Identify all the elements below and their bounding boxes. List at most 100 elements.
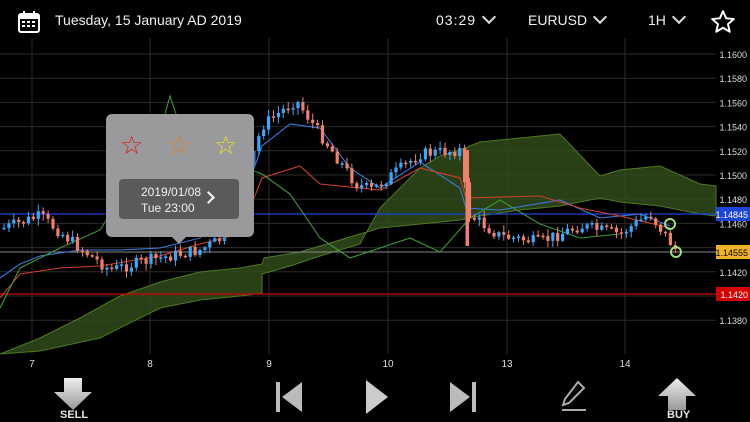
candle-body[interactable] xyxy=(624,231,628,234)
candle-body[interactable] xyxy=(369,182,374,187)
candle-body[interactable] xyxy=(188,246,192,257)
candle-body[interactable] xyxy=(51,218,55,229)
candle-body[interactable] xyxy=(600,225,604,230)
candle-body[interactable] xyxy=(595,223,599,230)
candle-body[interactable] xyxy=(281,108,285,113)
candle-body[interactable] xyxy=(644,216,648,220)
candle-body[interactable] xyxy=(12,219,16,224)
candle-body[interactable] xyxy=(570,228,574,231)
candle-body[interactable] xyxy=(22,222,26,224)
candle-body[interactable] xyxy=(110,267,114,270)
skip-back-icon[interactable] xyxy=(274,380,304,414)
candle-body[interactable] xyxy=(526,240,530,243)
sell-label[interactable]: SELL xyxy=(60,409,88,421)
candle-body[interactable] xyxy=(433,149,437,156)
candle-body[interactable] xyxy=(291,108,295,110)
candle-body[interactable] xyxy=(512,237,516,240)
candle-body[interactable] xyxy=(257,136,261,151)
candle-body[interactable] xyxy=(516,236,521,238)
candle-body[interactable] xyxy=(26,216,31,224)
candle-body[interactable] xyxy=(472,217,476,220)
candle-body[interactable] xyxy=(139,257,143,260)
star-icon[interactable] xyxy=(710,9,736,35)
candle-body[interactable] xyxy=(306,110,310,120)
candle-body[interactable] xyxy=(404,162,408,165)
candle-body[interactable] xyxy=(634,220,638,227)
tooltip-datetime-button[interactable]: 2019/01/08 Tue 23:00 xyxy=(119,179,239,219)
candle-body[interactable] xyxy=(276,112,280,118)
candle-body[interactable] xyxy=(56,228,60,237)
candle-body[interactable] xyxy=(536,234,540,237)
candle-body[interactable] xyxy=(575,230,579,233)
candle-body[interactable] xyxy=(465,150,470,246)
candle-body[interactable] xyxy=(75,237,80,251)
skip-forward-icon[interactable] xyxy=(448,380,478,414)
play-icon[interactable] xyxy=(362,378,390,416)
candle-body[interactable] xyxy=(438,147,442,150)
candle-body[interactable] xyxy=(590,223,594,225)
candle-body[interactable] xyxy=(409,160,413,163)
candle-body[interactable] xyxy=(345,163,349,169)
candle-body[interactable] xyxy=(619,232,623,234)
candle-body[interactable] xyxy=(164,256,168,258)
candle-body[interactable] xyxy=(379,184,383,187)
candle-body[interactable] xyxy=(183,255,187,258)
candle-body[interactable] xyxy=(193,246,197,255)
candle-body[interactable] xyxy=(487,228,491,233)
candle-body[interactable] xyxy=(551,232,555,241)
candle-body[interactable] xyxy=(31,216,35,219)
candle-body[interactable] xyxy=(458,148,462,157)
candle-body[interactable] xyxy=(374,184,378,187)
candle-body[interactable] xyxy=(124,264,129,272)
orange-star-icon[interactable]: ☆ xyxy=(168,132,191,158)
red-star-icon[interactable]: ☆ xyxy=(120,132,143,158)
calendar-icon[interactable] xyxy=(17,10,41,34)
candle-body[interactable] xyxy=(325,143,329,147)
candle-body[interactable] xyxy=(178,250,182,256)
candle-body[interactable] xyxy=(17,219,21,223)
candle-body[interactable] xyxy=(149,253,153,264)
candle-body[interactable] xyxy=(605,225,609,228)
candle-body[interactable] xyxy=(90,255,94,257)
candle-body[interactable] xyxy=(213,237,217,242)
candle-body[interactable] xyxy=(61,234,65,237)
candle-body[interactable] xyxy=(443,147,447,155)
candle-body[interactable] xyxy=(610,227,614,229)
candle-body[interactable] xyxy=(262,129,266,137)
candle-body[interactable] xyxy=(267,116,271,130)
candle-body[interactable] xyxy=(423,148,427,160)
candle-body[interactable] xyxy=(394,167,398,173)
candle-body[interactable] xyxy=(502,232,506,235)
yellow-star-icon[interactable]: ☆ xyxy=(214,132,237,158)
candle-body[interactable] xyxy=(159,257,163,259)
timeframe-selector[interactable]: 1H xyxy=(648,9,686,28)
candle-body[interactable] xyxy=(668,232,672,245)
candle-body[interactable] xyxy=(580,228,584,233)
candle-body[interactable] xyxy=(115,265,119,269)
candle-body[interactable] xyxy=(320,125,325,144)
candle-body[interactable] xyxy=(649,216,653,219)
candle-body[interactable] xyxy=(330,146,334,152)
candle-body[interactable] xyxy=(546,235,550,241)
candle-body[interactable] xyxy=(46,214,50,219)
candle-body[interactable] xyxy=(41,211,45,215)
candle-body[interactable] xyxy=(556,232,560,241)
candle-body[interactable] xyxy=(428,148,432,156)
candle-body[interactable] xyxy=(85,250,89,256)
candle-body[interactable] xyxy=(531,234,535,243)
candle-body[interactable] xyxy=(482,217,486,229)
candle-body[interactable] xyxy=(614,227,619,233)
candle-body[interactable] xyxy=(659,224,663,232)
candle-body[interactable] xyxy=(154,253,158,259)
candle-body[interactable] xyxy=(399,162,403,168)
candle-body[interactable] xyxy=(335,151,339,164)
candle-body[interactable] xyxy=(296,102,300,109)
candle-body[interactable] xyxy=(316,122,320,126)
candle-body[interactable] xyxy=(71,237,75,242)
candle-body[interactable] xyxy=(80,250,84,253)
candle-body[interactable] xyxy=(365,182,369,186)
sell-arrow-icon[interactable] xyxy=(52,376,94,412)
candle-body[interactable] xyxy=(585,224,589,229)
candle-body[interactable] xyxy=(271,116,276,118)
candle-body[interactable] xyxy=(453,152,457,157)
